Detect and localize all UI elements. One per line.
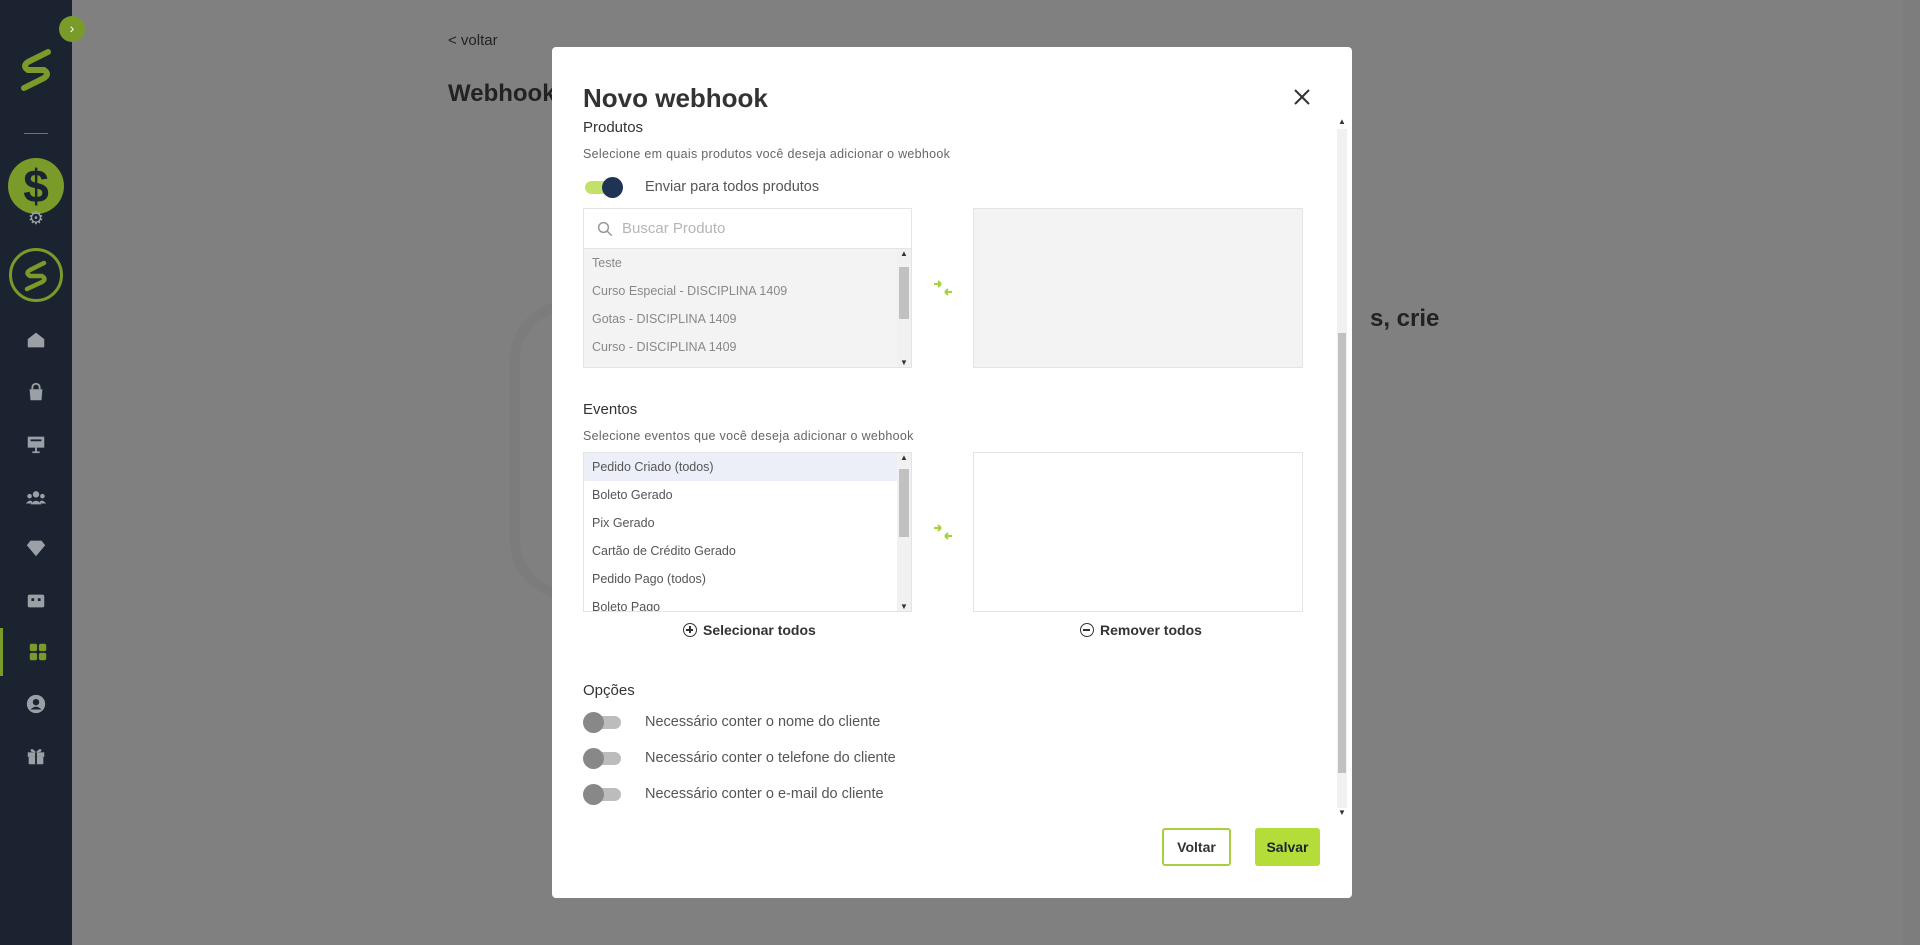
require-name-label: Necessário conter o nome do cliente	[645, 714, 881, 730]
page-title: Webhook	[448, 80, 556, 107]
events-section-title: Eventos	[583, 401, 638, 418]
events-selected-list	[973, 452, 1303, 612]
sidebar-item-rewards[interactable]	[0, 732, 72, 780]
sidebar: › $ ⚙	[0, 0, 85, 945]
transfer-products-icon[interactable]	[931, 276, 955, 300]
products-section-title: Produtos	[583, 119, 644, 136]
logo-icon	[24, 260, 47, 292]
product-search-input[interactable]	[622, 220, 882, 237]
users-icon	[25, 491, 47, 505]
send-all-products-toggle[interactable]	[583, 176, 623, 198]
products-section-subtitle: Selecione em quais produtos você deseja …	[583, 147, 951, 161]
list-item[interactable]: Teste	[584, 249, 897, 277]
minus-circle-icon	[1080, 623, 1094, 637]
products-source-list: Teste Curso Especial - DISCIPLINA 1409 G…	[583, 208, 912, 368]
home-icon	[27, 332, 45, 348]
products-selected-list	[973, 208, 1303, 368]
logo-icon	[21, 49, 51, 91]
gear-icon[interactable]: ⚙	[26, 208, 46, 228]
sidebar-item-users[interactable]	[0, 474, 72, 522]
modal-scrollbar[interactable]: ▲ ▼	[1335, 117, 1349, 820]
plus-circle-icon	[683, 623, 697, 637]
sidebar-item-profile[interactable]	[0, 680, 72, 728]
list-item[interactable]: Gotas - DISCIPLINA 1409	[584, 305, 897, 333]
events-source-list: Pedido Criado (todos) Boleto Gerado Pix …	[583, 452, 912, 612]
save-button[interactable]: Salvar	[1255, 828, 1320, 866]
transfer-events-icon[interactable]	[931, 520, 955, 544]
diamond-icon	[26, 540, 46, 557]
sidebar-item-products[interactable]	[0, 368, 72, 416]
events-section-subtitle: Selecione eventos que você deseja adicio…	[583, 429, 914, 443]
empty-state-text: s, crie	[1370, 305, 1440, 332]
list-item[interactable]: Pedido Pago (todos)	[584, 565, 897, 593]
require-name-toggle[interactable]	[583, 711, 623, 733]
sidebar-item-apps[interactable]	[0, 628, 72, 676]
gift-icon	[27, 749, 45, 765]
remove-all-label: Remover todos	[1100, 622, 1202, 638]
scrollbar-thumb[interactable]	[1338, 333, 1346, 773]
list-item[interactable]: Boleto Gerado	[584, 481, 897, 509]
search-icon	[597, 221, 613, 236]
products-list-scrollbar[interactable]: ▲ ▼	[897, 249, 911, 367]
ticket-icon	[27, 594, 45, 608]
page-scrollbar[interactable]	[1903, 0, 1920, 945]
modal-title: Novo webhook	[583, 83, 768, 113]
modal-body: Produtos Selecione em quais produtos voc…	[583, 119, 1309, 814]
events-list-scrollbar[interactable]: ▲ ▼	[897, 453, 911, 611]
require-phone-label: Necessário conter o telefone do cliente	[645, 750, 896, 766]
back-link[interactable]: < voltar	[448, 32, 498, 49]
require-email-label: Necessário conter o e-mail do cliente	[645, 786, 884, 802]
balance-icon[interactable]: $	[8, 158, 64, 214]
remove-all-button[interactable]: Remover todos	[1080, 622, 1202, 638]
bag-icon	[29, 382, 43, 401]
list-item[interactable]: Curso - DISCIPLINA 1409	[584, 333, 897, 361]
sidebar-divider	[24, 133, 48, 134]
select-all-button[interactable]: Selecionar todos	[683, 622, 816, 638]
require-phone-toggle[interactable]	[583, 747, 623, 769]
list-item[interactable]: Pedido Criado (todos)	[584, 453, 897, 481]
apps-icon	[29, 643, 46, 661]
new-webhook-modal: Novo webhook ▲ ▼ Produtos Selecione em q…	[552, 47, 1352, 898]
list-item[interactable]: Cartão de Crédito Gerado	[584, 537, 897, 565]
sidebar-item-presentation[interactable]	[0, 420, 72, 468]
sidebar-toggle-button[interactable]: ›	[59, 16, 85, 42]
presentation-icon	[27, 436, 45, 454]
scroll-down-arrow[interactable]: ▼	[1337, 808, 1347, 817]
send-all-products-label: Enviar para todos produtos	[645, 179, 820, 195]
scroll-up-arrow[interactable]: ▲	[1337, 117, 1347, 126]
back-button[interactable]: Voltar	[1162, 828, 1231, 866]
list-item[interactable]: Curso Especial - DISCIPLINA 1409	[584, 277, 897, 305]
sidebar-item-diamond[interactable]	[0, 524, 72, 572]
list-item[interactable]: Pix Gerado	[584, 509, 897, 537]
chevron-right-icon: ›	[69, 20, 75, 36]
account-avatar[interactable]	[9, 248, 63, 302]
require-email-toggle[interactable]	[583, 783, 623, 805]
user-icon	[26, 694, 46, 714]
options-section-title: Opções	[583, 682, 635, 699]
close-icon[interactable]	[1290, 85, 1314, 109]
sidebar-item-tickets[interactable]	[0, 577, 72, 625]
product-search	[584, 209, 911, 249]
sidebar-item-home[interactable]	[0, 316, 72, 364]
list-item[interactable]: Boleto Pago	[584, 593, 897, 611]
select-all-label: Selecionar todos	[703, 622, 816, 638]
